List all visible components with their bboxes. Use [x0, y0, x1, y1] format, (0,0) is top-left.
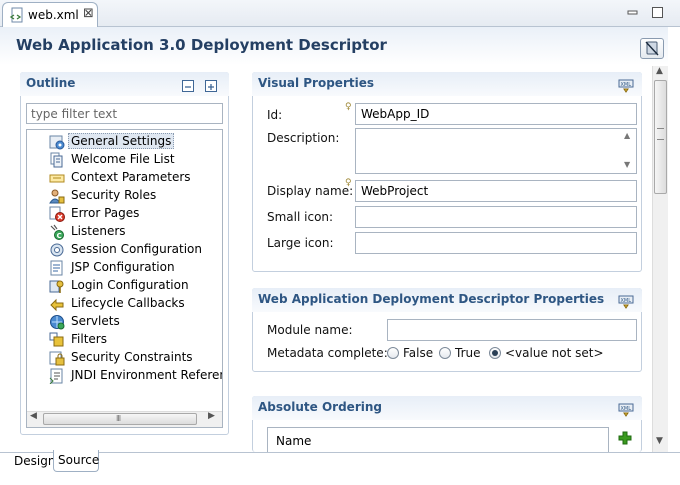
textarea-scroll-down-icon[interactable]: ▼ — [624, 160, 630, 169]
ordering-table[interactable]: Name — [267, 427, 609, 452]
ordering-table-name-header: Name — [276, 434, 312, 448]
visual-properties-title: Visual Properties — [258, 76, 374, 90]
outline-title: Outline — [26, 76, 76, 90]
tab-design[interactable]: Design — [10, 452, 55, 473]
outline-filter-input[interactable] — [26, 103, 223, 124]
radio-true[interactable] — [439, 347, 451, 359]
outline-tree: General Settings Welcome File List Conte… — [26, 129, 223, 428]
section-xml-icon[interactable]: XML — [618, 295, 634, 309]
general-settings-icon — [49, 135, 65, 150]
absolute-ordering-title: Absolute Ordering — [258, 400, 382, 414]
small-icon-field[interactable] — [355, 206, 637, 228]
description-label: Description: — [267, 131, 340, 145]
error-pages-icon — [49, 206, 65, 222]
radio-value-not-set[interactable] — [489, 347, 501, 359]
editor-tab-label: web.xml — [28, 8, 79, 22]
radio-value-not-set-label: <value not set> — [505, 346, 604, 360]
svg-text:XML: XML — [621, 298, 632, 304]
svg-text:XML: XML — [621, 82, 632, 88]
tab-source[interactable]: Source — [53, 450, 99, 472]
radio-false-label: False — [403, 346, 434, 360]
scroll-right-icon[interactable]: ▶ — [208, 411, 215, 421]
display-name-label: Display name: — [267, 184, 354, 198]
session-configuration-icon — [50, 243, 64, 257]
svg-text:XML: XML — [621, 406, 632, 412]
expand-all-icon[interactable] — [205, 80, 217, 92]
large-icon-field[interactable] — [355, 232, 637, 254]
editor-tab-web-xml[interactable]: web.xml ⊠ — [2, 2, 98, 27]
scroll-up-icon[interactable]: ▲ — [656, 66, 663, 76]
context-parameters-icon — [49, 174, 65, 183]
listeners-icon: C — [50, 224, 64, 240]
minimize-icon[interactable] — [627, 7, 638, 18]
module-name-field[interactable] — [387, 319, 637, 341]
welcome-file-list-icon — [50, 152, 63, 168]
close-icon[interactable]: ⊠ — [83, 6, 94, 21]
help-icon — [645, 41, 659, 56]
small-icon-label: Small icon: — [267, 210, 334, 224]
editor-tab-bar — [0, 0, 680, 27]
editor-page-tabs — [0, 452, 680, 485]
radio-true-label: True — [455, 346, 481, 360]
svg-text:C: C — [57, 232, 62, 240]
security-roles-icon — [49, 189, 65, 204]
scroll-left-icon[interactable]: ◀ — [30, 411, 37, 421]
security-constraints-icon — [49, 351, 65, 366]
module-name-label: Module name: — [267, 323, 353, 337]
section-xml-icon[interactable]: XML — [618, 403, 634, 417]
large-icon-label: Large icon: — [267, 236, 334, 250]
help-button[interactable] — [640, 38, 664, 59]
scroll-down-icon[interactable]: ▼ — [656, 436, 663, 446]
hint-bulb-icon: ♀ — [345, 178, 352, 188]
scroll-grip-icon — [657, 128, 664, 140]
filters-icon — [49, 332, 64, 347]
login-configuration-icon — [49, 280, 64, 293]
hint-bulb-icon: ♀ — [345, 102, 352, 112]
display-name-field[interactable]: WebProject — [355, 180, 637, 202]
id-field[interactable]: WebApp_ID — [355, 103, 637, 125]
metadata-complete-label: Metadata complete: — [267, 346, 388, 360]
id-label: Id: — [267, 108, 283, 122]
description-textarea[interactable] — [355, 128, 637, 174]
servlets-icon — [50, 315, 65, 330]
xml-file-icon — [9, 7, 23, 23]
page-title: Web Application 3.0 Deployment Descripto… — [16, 36, 387, 54]
collapse-all-icon[interactable] — [182, 80, 194, 92]
jndi-environment-reference-icon — [49, 368, 63, 384]
jsp-configuration-icon — [50, 260, 63, 276]
textarea-scroll-up-icon[interactable]: ▲ — [624, 131, 630, 140]
add-icon[interactable] — [618, 431, 632, 445]
lifecycle-callbacks-icon — [50, 298, 64, 312]
maximize-icon[interactable] — [652, 7, 663, 18]
radio-false[interactable] — [387, 347, 399, 359]
scroll-grip-icon: III — [116, 414, 121, 423]
dd-properties-title: Web Application Deployment Descriptor Pr… — [258, 292, 605, 306]
section-xml-icon[interactable]: XML — [618, 79, 634, 93]
